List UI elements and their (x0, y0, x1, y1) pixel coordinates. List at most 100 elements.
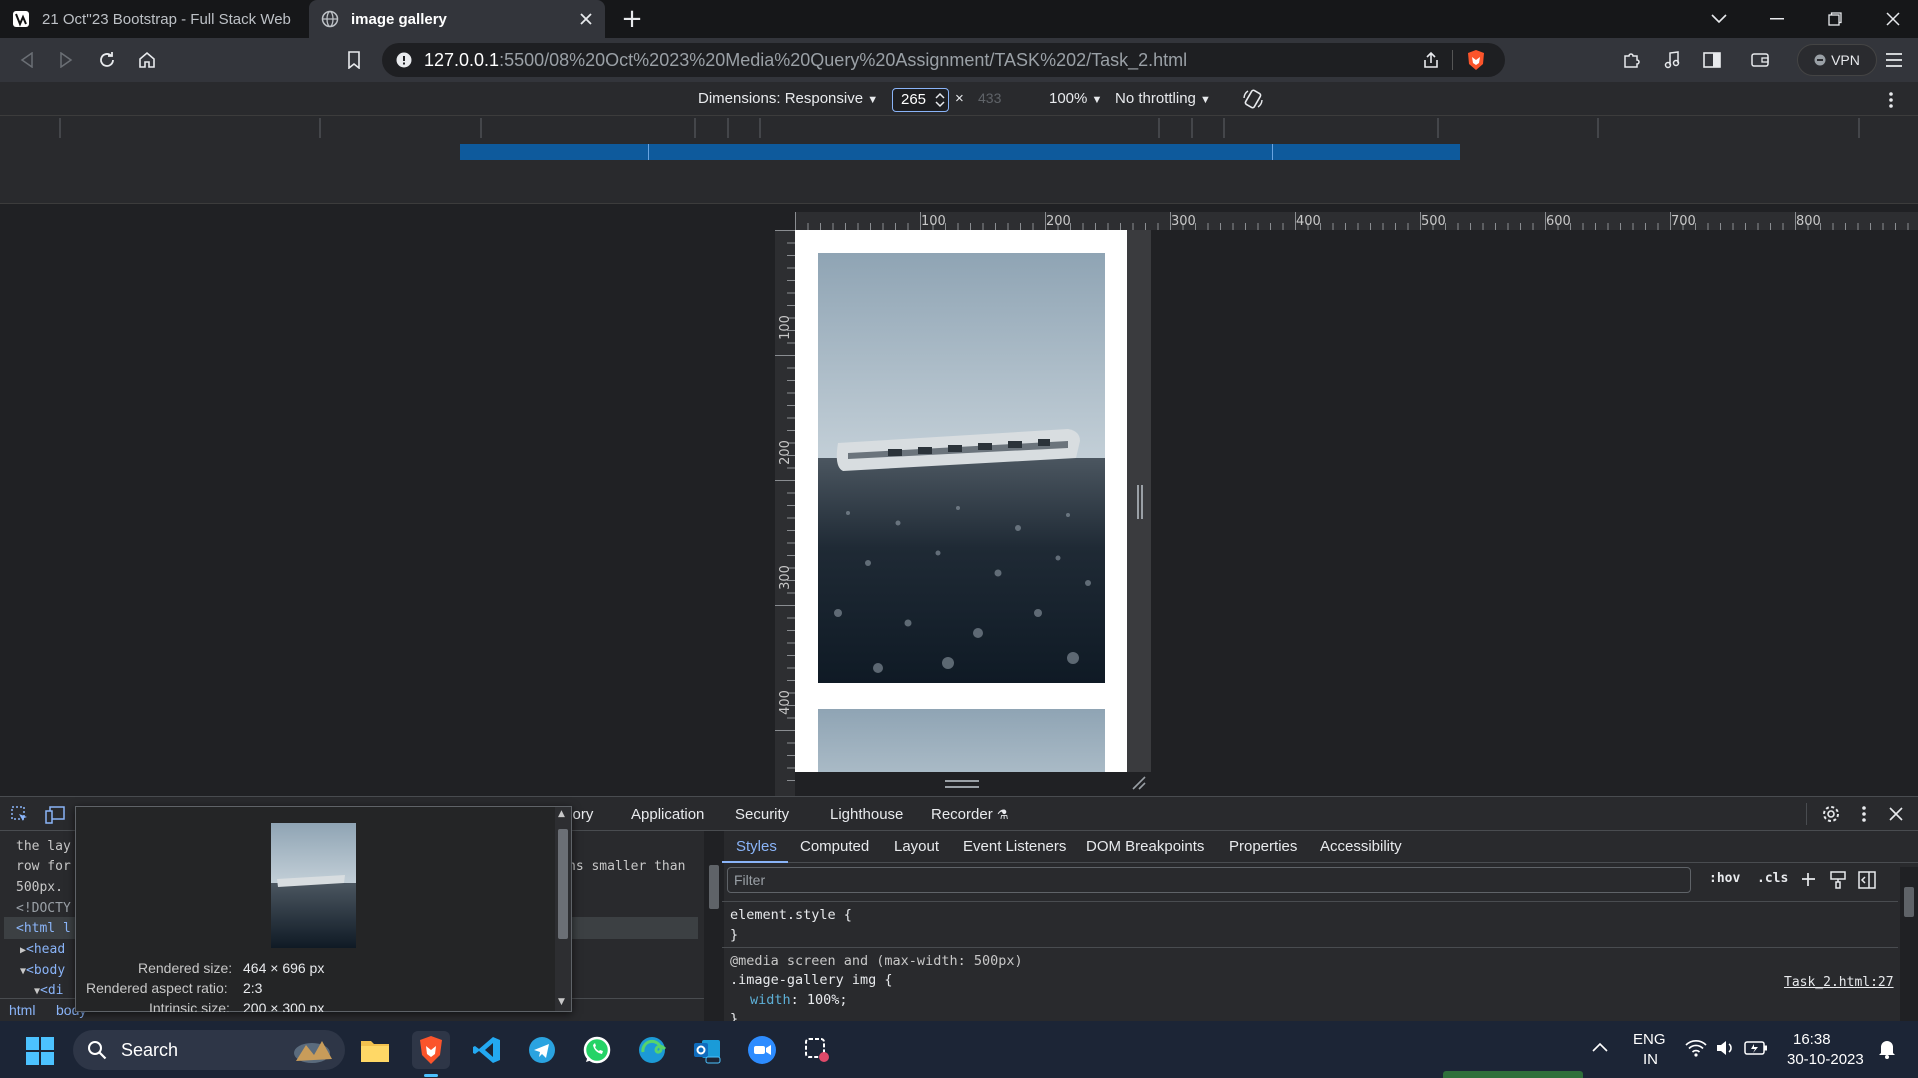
zoom-dropdown[interactable]: 100% ▼ (1049, 90, 1102, 107)
tab-search-button[interactable] (1690, 0, 1748, 38)
height-input[interactable]: 433 (978, 90, 1001, 106)
code-line: <!DOCTY (16, 901, 71, 916)
popup-scrollbar[interactable]: ▲ ▼ (555, 807, 571, 1011)
share-icon[interactable] (1422, 51, 1440, 69)
tab-computed[interactable]: Computed (800, 838, 869, 855)
wallet-button[interactable] (1746, 46, 1774, 74)
site-info-icon[interactable] (396, 52, 412, 68)
extensions-button[interactable] (1617, 46, 1645, 74)
scrollbar-thumb[interactable] (1904, 887, 1914, 917)
settings-gear-icon[interactable] (1822, 805, 1840, 823)
resize-handle-bottom[interactable] (945, 780, 979, 788)
sidebar-button[interactable] (1698, 46, 1726, 74)
brave-browser-app[interactable] (412, 1031, 450, 1069)
more-options-icon[interactable] (1861, 805, 1867, 823)
css-property[interactable]: width (750, 992, 791, 1008)
styles-filter-input[interactable]: Filter (727, 867, 1691, 893)
tab-lighthouse[interactable]: Lighthouse (830, 806, 903, 823)
cls-toggle[interactable]: .cls (1757, 871, 1788, 886)
code-line[interactable]: <html l (16, 921, 71, 936)
outlook-app[interactable] (688, 1031, 726, 1069)
ruler-label: 100 (921, 214, 946, 229)
region-code[interactable]: IN (1643, 1051, 1658, 1068)
minimize-button[interactable] (1748, 0, 1806, 38)
snipping-tool-app[interactable] (798, 1031, 836, 1069)
address-bar[interactable]: 127.0.0.1:5500/08%20Oct%2023%20Media%20Q… (382, 43, 1505, 77)
home-button[interactable] (133, 46, 161, 74)
vscode-app[interactable] (468, 1031, 506, 1069)
code-line[interactable]: ▼<di (34, 983, 64, 998)
tab-styles[interactable]: Styles (736, 838, 777, 855)
tab-application[interactable]: Application (631, 806, 704, 823)
tab-layout[interactable]: Layout (894, 838, 939, 855)
scrollbar[interactable] (1900, 867, 1918, 1022)
css-value[interactable]: 100%; (807, 992, 848, 1008)
volume-icon[interactable] (1715, 1039, 1735, 1057)
taskbar-search[interactable]: Search (73, 1030, 345, 1070)
rotate-icon[interactable] (1242, 88, 1264, 110)
scrollbar-thumb[interactable] (709, 865, 719, 909)
max-width-media-query[interactable] (460, 144, 1460, 160)
scroll-up-icon[interactable]: ▲ (558, 809, 565, 819)
vpn-button[interactable]: VPN (1797, 44, 1877, 76)
dimensions-dropdown[interactable]: Dimensions: Responsive ▼ (698, 90, 878, 107)
whatsapp-app[interactable] (578, 1031, 616, 1069)
tab-event-listeners[interactable]: Event Listeners (963, 838, 1066, 855)
tab-bootstrap[interactable]: 21 Oct''23 Bootstrap - Full Stack Web D (0, 0, 305, 38)
tab-security[interactable]: Security (735, 806, 789, 823)
resize-handle-right[interactable] (1137, 485, 1143, 519)
resize-corner-icon[interactable] (1132, 776, 1146, 790)
tab-properties[interactable]: Properties (1229, 838, 1297, 855)
toggle-sidebar-icon[interactable] (1858, 871, 1876, 889)
scrollbar-thumb[interactable] (558, 829, 568, 939)
tab-image-gallery[interactable]: image gallery (309, 0, 605, 38)
bookmark-button[interactable] (340, 46, 368, 74)
language-code[interactable]: ENG (1633, 1031, 1666, 1048)
notification-bell-icon[interactable] (1878, 1039, 1896, 1059)
hov-toggle[interactable]: :hov (1709, 871, 1740, 886)
windows-start-icon[interactable] (26, 1037, 54, 1065)
edge-app[interactable] (633, 1031, 671, 1069)
more-options-icon[interactable] (1888, 91, 1894, 109)
menu-button[interactable] (1880, 46, 1908, 74)
close-devtools-icon[interactable] (1889, 807, 1903, 821)
device-presets-ruler[interactable] (0, 116, 1918, 142)
battery-icon[interactable] (1744, 1041, 1768, 1055)
clock-date[interactable]: 30-10-2023 (1787, 1051, 1864, 1068)
wifi-icon[interactable] (1685, 1039, 1707, 1057)
new-tab-button[interactable]: + (617, 4, 647, 34)
chevron-up-icon[interactable] (1592, 1042, 1608, 1052)
scrollbar[interactable] (704, 831, 724, 1022)
throttling-dropdown[interactable]: No throttling ▼ (1115, 90, 1211, 107)
media-button[interactable] (1658, 46, 1686, 74)
restore-button[interactable] (1806, 0, 1864, 38)
css-selector[interactable]: .image-gallery img { (730, 972, 893, 988)
back-button[interactable] (13, 46, 41, 74)
code-line[interactable]: ▼<body (20, 963, 65, 978)
tab-recorder[interactable]: Recorder ⚗ (931, 806, 1009, 823)
forward-button[interactable] (52, 46, 80, 74)
emulated-viewport[interactable] (795, 230, 1127, 772)
telegram-app[interactable] (523, 1031, 561, 1069)
clock-time[interactable]: 16:38 (1793, 1031, 1831, 1048)
code-line[interactable]: ▶<head (20, 942, 65, 957)
tab-accessibility[interactable]: Accessibility (1320, 838, 1402, 855)
paint-brush-icon[interactable] (1830, 871, 1846, 889)
close-window-button[interactable] (1864, 0, 1918, 38)
source-link[interactable]: Task_2.html:27 (1784, 975, 1894, 990)
close-tab-icon[interactable] (579, 12, 593, 26)
zoom-app[interactable] (743, 1031, 781, 1069)
breadcrumb-html[interactable]: html (9, 1002, 35, 1018)
element-style-rule[interactable]: element.style { (730, 907, 852, 923)
reload-button[interactable] (93, 46, 121, 74)
add-rule-icon[interactable] (1800, 871, 1818, 889)
css-declaration[interactable]: width: 100%; (750, 992, 848, 1008)
spinner-icon[interactable] (935, 92, 945, 108)
tab-dom-breakpoints[interactable]: DOM Breakpoints (1086, 838, 1204, 855)
brave-shields-icon[interactable] (1466, 49, 1486, 71)
file-explorer-app[interactable] (356, 1031, 394, 1069)
width-input[interactable]: 265 (892, 88, 949, 112)
scroll-down-icon[interactable]: ▼ (558, 997, 565, 1007)
inspect-element-icon[interactable] (11, 806, 29, 824)
device-toolbar-icon[interactable] (45, 806, 65, 824)
